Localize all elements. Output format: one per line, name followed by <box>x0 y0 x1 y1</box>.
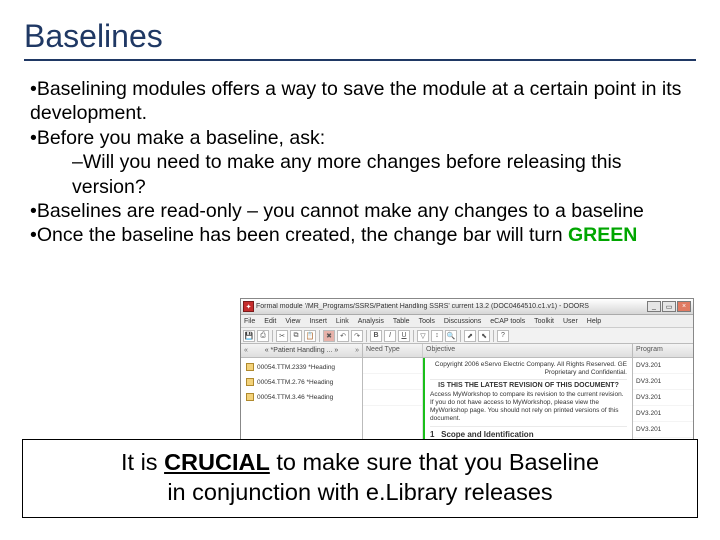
col-objective: Objective <box>423 344 632 357</box>
toolbar-save-icon[interactable]: 💾 <box>243 330 255 342</box>
program-row: DV3.201 <box>633 422 693 438</box>
toolbar-print-icon[interactable]: ⎙ <box>257 330 269 342</box>
doc-icon <box>246 378 254 386</box>
outline-title: « *Patient Handling ... » <box>265 347 339 354</box>
chevron-right-icon[interactable]: » <box>355 347 359 354</box>
toolbar-undo-icon[interactable]: ↶ <box>337 330 349 342</box>
menu-analysis[interactable]: Analysis <box>358 318 384 325</box>
main-body: Copyright 2006 eServo Electric Company. … <box>363 358 632 439</box>
bullet-4: •Once the baseline has been created, the… <box>30 223 696 247</box>
menu-edit[interactable]: Edit <box>264 318 276 325</box>
toolbar: 💾 ⎙ ✂ ⧉ 📋 ✖ ↶ ↷ B I U ▽ ↕ 🔍 ⬈ ⬉ ? <box>241 328 693 344</box>
toolbar-linkback-icon[interactable]: ⬉ <box>478 330 490 342</box>
menu-view[interactable]: View <box>285 318 300 325</box>
window-title: Formal module '/MR_Programs/SSRS/Patient… <box>256 303 645 310</box>
menu-user[interactable]: User <box>563 318 578 325</box>
program-row: DV3.201 <box>633 406 693 422</box>
slide-title: Baselines <box>24 18 696 61</box>
latest-rev-text: IS THIS THE LATEST REVISION OF THIS DOCU… <box>430 382 627 391</box>
menu-insert[interactable]: Insert <box>309 318 327 325</box>
slide-body: •Baselining modules offers a way to save… <box>28 77 696 248</box>
toolbar-find-icon[interactable]: 🔍 <box>445 330 457 342</box>
toolbar-link-icon[interactable]: ⬈ <box>464 330 476 342</box>
toolbar-underline-icon[interactable]: U <box>398 330 410 342</box>
doc-icon <box>246 363 254 371</box>
main-panel: Need Type Objective Copyright 2006 eServ… <box>363 344 633 439</box>
need-type-column <box>363 358 423 439</box>
doc-icon <box>246 393 254 401</box>
col-need-type: Need Type <box>363 344 423 357</box>
bullet-4-green: GREEN <box>568 224 637 246</box>
access-text: Access MyWorkshop to compare its revisio… <box>430 391 627 424</box>
toolbar-delete-icon[interactable]: ✖ <box>323 330 335 342</box>
menu-ecap[interactable]: eCAP tools <box>490 318 525 325</box>
window-buttons: _ ▭ × <box>647 301 691 312</box>
bullet-2: •Before you make a baseline, ask: <box>30 126 696 150</box>
menu-tools[interactable]: Tools <box>419 318 435 325</box>
maximize-button[interactable]: ▭ <box>662 301 676 312</box>
content-area: « « *Patient Handling ... » » 00054.TTM.… <box>241 344 693 439</box>
menu-toolkit[interactable]: Toolkit <box>534 318 554 325</box>
toolbar-copy-icon[interactable]: ⧉ <box>290 330 302 342</box>
program-row: DV3.201 <box>633 390 693 406</box>
program-body: DV3.201 DV3.201 DV3.201 DV3.201 DV3.201 <box>633 358 693 439</box>
toolbar-paste-icon[interactable]: 📋 <box>304 330 316 342</box>
callout-crucial: CRUCIAL <box>164 449 270 475</box>
callout-pre: It is <box>121 449 164 475</box>
toolbar-filter-icon[interactable]: ▽ <box>417 330 429 342</box>
toolbar-sort-icon[interactable]: ↕ <box>431 330 443 342</box>
outline-header: « « *Patient Handling ... » » <box>241 344 362 358</box>
toolbar-bold-icon[interactable]: B <box>370 330 382 342</box>
menu-bar: File Edit View Insert Link Analysis Tabl… <box>241 315 693 328</box>
callout-post1: to make sure that you Baseline <box>270 449 599 475</box>
outline-item[interactable]: 00054.TTM.3.46 *Heading <box>244 391 359 403</box>
outline-item[interactable]: 00054.TTM.2339 *Heading <box>244 361 359 373</box>
program-header: Program <box>633 344 693 358</box>
heading-1: 1 Scope and Identification <box>430 430 627 440</box>
menu-link[interactable]: Link <box>336 318 349 325</box>
close-button[interactable]: × <box>677 301 691 312</box>
bullet-3: •Baselines are read-only – you cannot ma… <box>30 199 696 223</box>
program-row: DV3.201 <box>633 374 693 390</box>
bullet-4-pre: •Once the baseline has been created, the… <box>30 224 568 246</box>
doors-screenshot: ✦ Formal module '/MR_Programs/SSRS/Patie… <box>240 298 694 452</box>
app-icon: ✦ <box>243 301 254 312</box>
menu-table[interactable]: Table <box>393 318 410 325</box>
bullet-1: •Baselining modules offers a way to save… <box>30 77 696 126</box>
copyright-text: Copyright 2006 eServo Electric Company. … <box>430 361 627 377</box>
toolbar-cut-icon[interactable]: ✂ <box>276 330 288 342</box>
outline-item[interactable]: 00054.TTM.2.76 *Heading <box>244 376 359 388</box>
toolbar-help-icon[interactable]: ? <box>497 330 509 342</box>
crucial-callout: It is CRUCIAL to make sure that you Base… <box>22 439 698 518</box>
program-row: DV3.201 <box>633 358 693 374</box>
chevron-left-icon[interactable]: « <box>244 347 248 354</box>
toolbar-italic-icon[interactable]: I <box>384 330 396 342</box>
window-titlebar: ✦ Formal module '/MR_Programs/SSRS/Patie… <box>241 299 693 315</box>
toolbar-redo-icon[interactable]: ↷ <box>351 330 363 342</box>
outline-panel: « « *Patient Handling ... » » 00054.TTM.… <box>241 344 363 439</box>
menu-discussions[interactable]: Discussions <box>444 318 481 325</box>
objective-column: Copyright 2006 eServo Electric Company. … <box>425 358 632 439</box>
outline-body: 00054.TTM.2339 *Heading 00054.TTM.2.76 *… <box>241 358 362 439</box>
menu-help[interactable]: Help <box>587 318 601 325</box>
minimize-button[interactable]: _ <box>647 301 661 312</box>
bullet-2a: –Will you need to make any more changes … <box>72 150 696 199</box>
program-panel: Program DV3.201 DV3.201 DV3.201 DV3.201 … <box>633 344 693 439</box>
menu-file[interactable]: File <box>244 318 255 325</box>
main-headers: Need Type Objective <box>363 344 632 358</box>
callout-post2: in conjunction with e.Library releases <box>167 479 552 505</box>
